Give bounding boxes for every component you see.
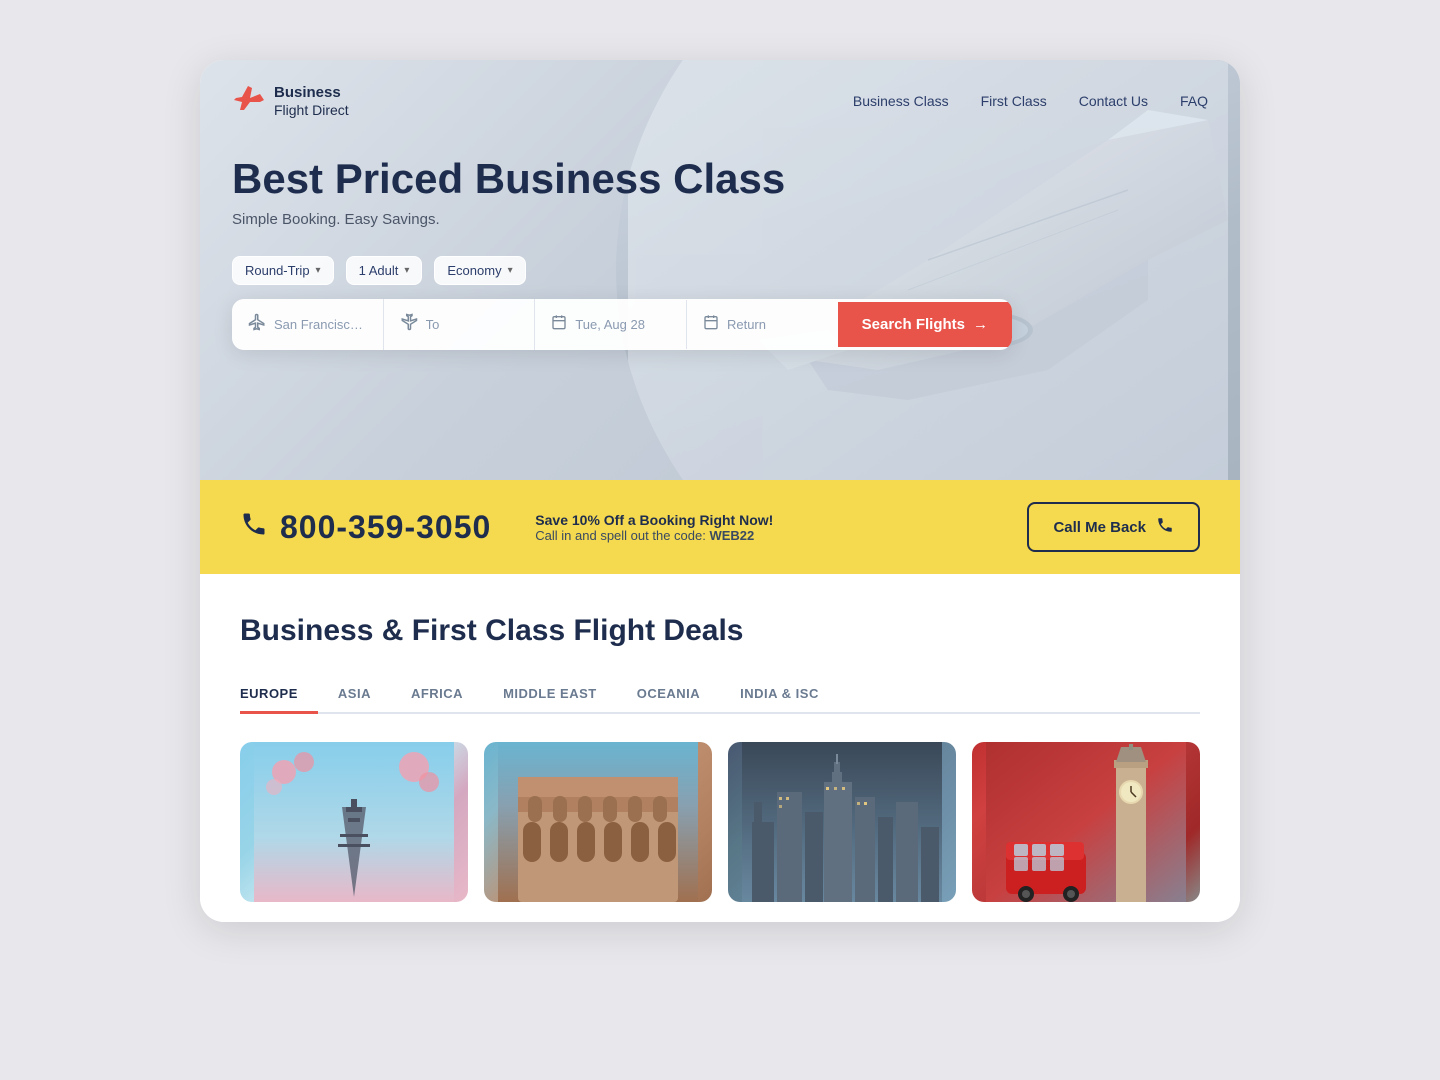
destination-frankfurt[interactable] bbox=[728, 742, 956, 902]
brand-name-line2: Flight Direct bbox=[274, 102, 349, 119]
hero-section: Business Flight Direct Business Class Fi… bbox=[200, 60, 1240, 480]
departure-icon bbox=[248, 313, 266, 336]
region-tabs: EUROPE ASIA AFRICA MIDDLE EAST OCEANIA I… bbox=[240, 676, 1200, 714]
class-chevron: ▾ bbox=[508, 265, 513, 276]
tab-africa[interactable]: AFRICA bbox=[391, 676, 483, 714]
return-date-field[interactable]: Return bbox=[687, 300, 838, 349]
hero-title: Best Priced Business Class bbox=[232, 155, 1208, 203]
offer-title: Save 10% Off a Booking Right Now! bbox=[535, 512, 773, 528]
search-filters: Round-Trip ▾ 1 Adult ▾ Economy ▾ bbox=[232, 256, 1208, 285]
calendar-return-icon bbox=[703, 314, 719, 335]
tab-europe[interactable]: EUROPE bbox=[240, 676, 318, 714]
cta-banner: 800-359-3050 Save 10% Off a Booking Righ… bbox=[200, 480, 1240, 574]
hero-content: Best Priced Business Class Simple Bookin… bbox=[200, 135, 1240, 382]
return-date-text: Return bbox=[727, 317, 766, 332]
calendar-depart-icon bbox=[551, 314, 567, 335]
cta-offer: Save 10% Off a Booking Right Now! Call i… bbox=[535, 512, 773, 543]
phone-section: 800-359-3050 Save 10% Off a Booking Righ… bbox=[240, 509, 773, 546]
trip-type-chevron: ▾ bbox=[316, 265, 321, 276]
search-flights-button[interactable]: Search Flights → bbox=[838, 302, 1012, 347]
destination-rome[interactable] bbox=[484, 742, 712, 902]
destination-london[interactable] bbox=[972, 742, 1200, 902]
trip-type-label: Round-Trip bbox=[245, 263, 310, 278]
from-text: San Francisco, SFO bbox=[274, 317, 367, 332]
nav-contact-us[interactable]: Contact Us bbox=[1079, 93, 1148, 109]
to-field[interactable]: To bbox=[384, 299, 536, 350]
search-bar: San Francisco, SFO To bbox=[232, 299, 1012, 350]
deals-title: Business & First Class Flight Deals bbox=[240, 614, 1200, 648]
from-field[interactable]: San Francisco, SFO bbox=[232, 299, 384, 350]
tab-asia[interactable]: ASIA bbox=[318, 676, 391, 714]
destination-paris[interactable] bbox=[240, 742, 468, 902]
nav-links: Business Class First Class Contact Us FA… bbox=[853, 93, 1208, 111]
nav-faq[interactable]: FAQ bbox=[1180, 93, 1208, 109]
phone-number: 800-359-3050 bbox=[280, 509, 491, 546]
offer-subtitle: Call in and spell out the code: WEB22 bbox=[535, 528, 773, 543]
tab-middle-east[interactable]: MIDDLE EAST bbox=[483, 676, 617, 714]
from-code: SFO bbox=[364, 317, 366, 332]
class-dropdown[interactable]: Economy ▾ bbox=[434, 256, 525, 285]
call-back-phone-icon bbox=[1156, 516, 1174, 538]
arrival-icon bbox=[400, 313, 418, 336]
search-flights-label: Search Flights bbox=[862, 316, 965, 333]
passengers-dropdown[interactable]: 1 Adult ▾ bbox=[346, 256, 423, 285]
passengers-label: 1 Adult bbox=[359, 263, 399, 278]
main-card: Business Flight Direct Business Class Fi… bbox=[200, 60, 1240, 922]
offer-text: Call in and spell out the code: bbox=[535, 528, 706, 543]
depart-date-text: Tue, Aug 28 bbox=[575, 317, 645, 332]
to-text: To bbox=[426, 317, 440, 332]
logo-plane-icon bbox=[232, 84, 264, 119]
trip-type-dropdown[interactable]: Round-Trip ▾ bbox=[232, 256, 334, 285]
call-me-back-button[interactable]: Call Me Back bbox=[1027, 502, 1200, 552]
logo-text: Business Flight Direct bbox=[274, 84, 349, 119]
search-arrow-icon: → bbox=[973, 316, 988, 333]
deals-section: Business & First Class Flight Deals EURO… bbox=[200, 574, 1240, 922]
phone-icon bbox=[240, 510, 268, 545]
tab-oceania[interactable]: OCEANIA bbox=[617, 676, 720, 714]
nav-business-class[interactable]: Business Class bbox=[853, 93, 949, 109]
destination-grid bbox=[240, 742, 1200, 902]
depart-date-field[interactable]: Tue, Aug 28 bbox=[535, 300, 687, 349]
offer-code: WEB22 bbox=[709, 528, 754, 543]
navigation: Business Flight Direct Business Class Fi… bbox=[200, 60, 1240, 135]
tab-india-isc[interactable]: INDIA & ISC bbox=[720, 676, 839, 714]
passengers-chevron: ▾ bbox=[404, 265, 409, 276]
logo[interactable]: Business Flight Direct bbox=[232, 84, 349, 119]
call-back-label: Call Me Back bbox=[1053, 519, 1146, 536]
nav-first-class[interactable]: First Class bbox=[981, 93, 1047, 109]
class-label: Economy bbox=[447, 263, 501, 278]
brand-name-line1: Business bbox=[274, 84, 349, 102]
hero-subtitle: Simple Booking. Easy Savings. bbox=[232, 211, 1208, 228]
